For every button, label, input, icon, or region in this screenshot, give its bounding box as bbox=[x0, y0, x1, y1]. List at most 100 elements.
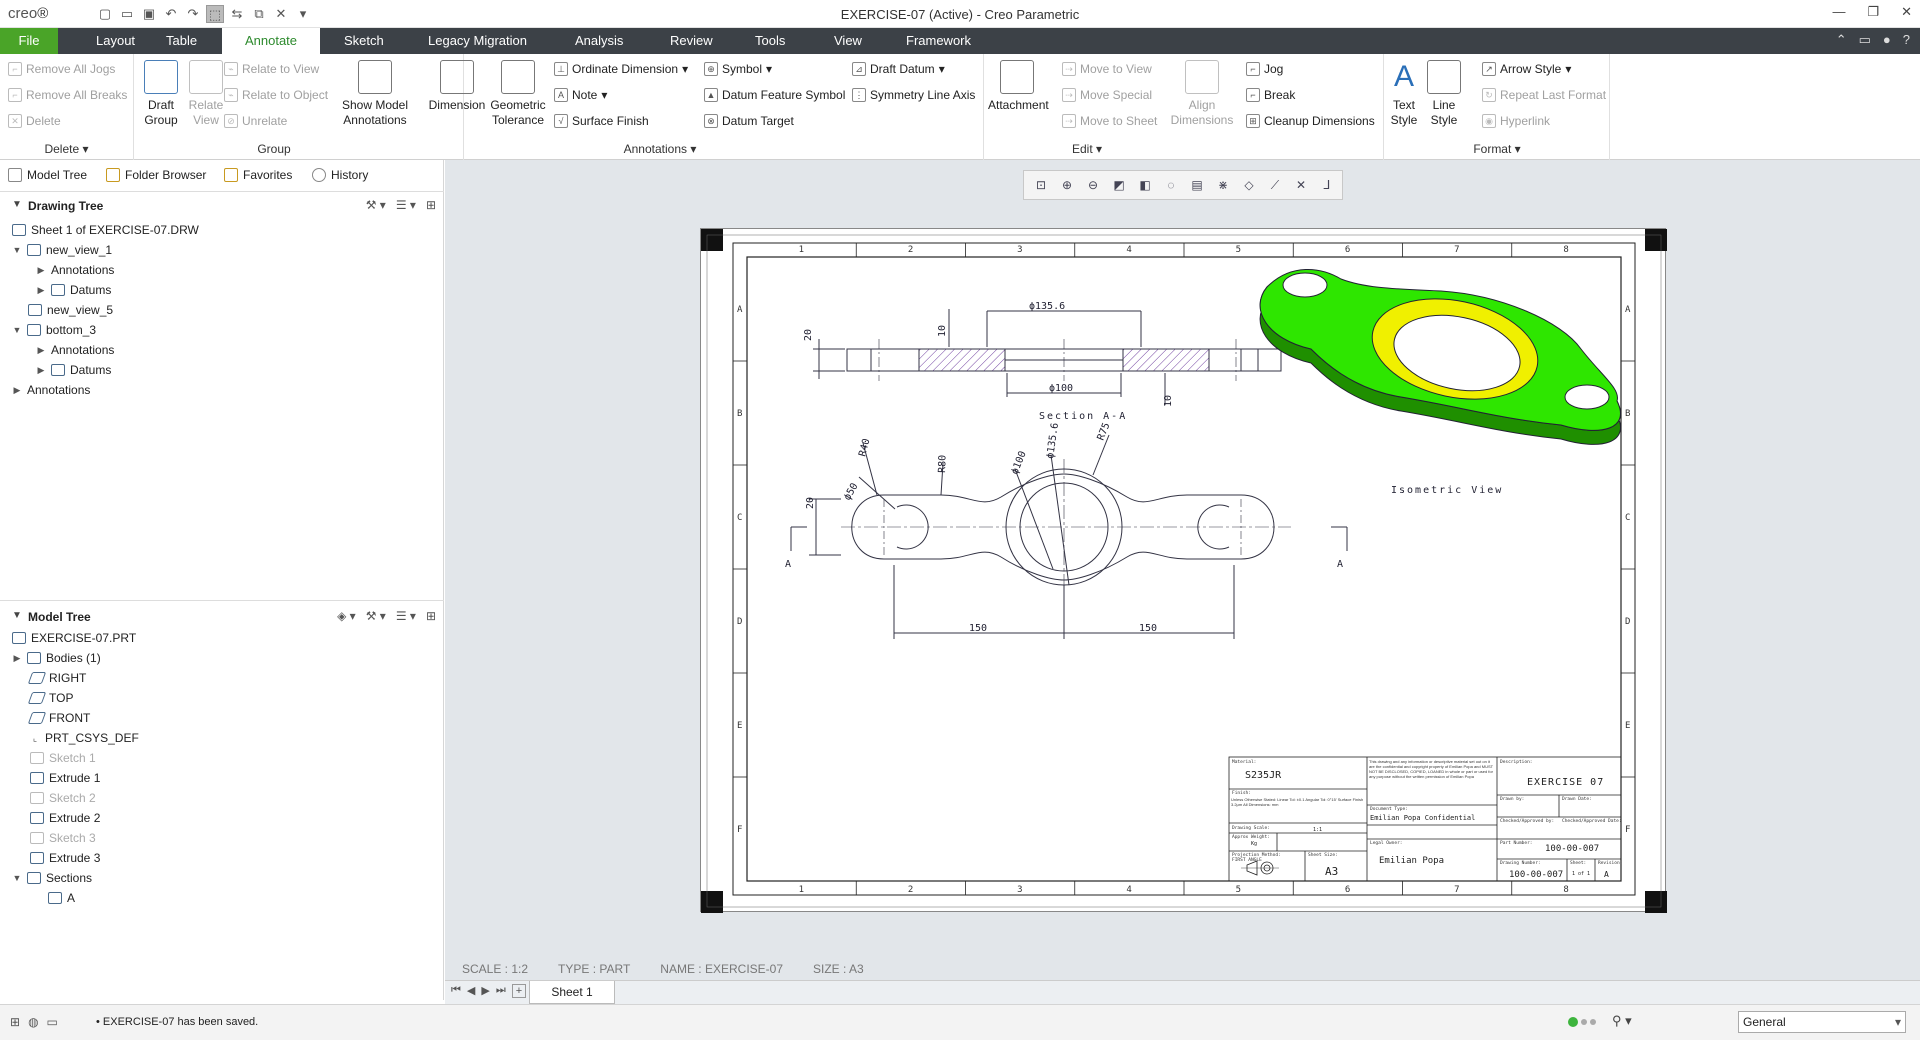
show-model-annotations-button[interactable]: Show Model Annotations bbox=[338, 60, 412, 128]
tab-legacy-migration[interactable]: Legacy Migration bbox=[416, 28, 539, 54]
tree-node-sketch[interactable]: Sketch 1 bbox=[30, 748, 96, 768]
unrelate-button[interactable]: ⊘ Unrelate bbox=[224, 114, 287, 128]
relate-to-view-button[interactable]: ⌁ Relate to View bbox=[224, 62, 319, 76]
prev-sheet-icon[interactable]: ◀ bbox=[467, 984, 475, 998]
display-style-icon[interactable]: ◧ bbox=[1134, 175, 1156, 195]
move-to-sheet-button[interactable]: ⇢ Move to Sheet bbox=[1062, 114, 1157, 128]
tab-tools[interactable]: Tools bbox=[743, 28, 797, 54]
tab-framework[interactable]: Framework bbox=[894, 28, 983, 54]
zoom-in-icon[interactable]: ⊕ bbox=[1056, 175, 1078, 195]
draft-datum-button[interactable]: ⊿ Draft Datum ▾ bbox=[852, 62, 945, 76]
delete-button[interactable]: ✕ Delete bbox=[8, 114, 61, 128]
geometric-tolerance-button[interactable]: Geometric Tolerance bbox=[486, 60, 550, 128]
edit-group-label[interactable]: Edit ▾ bbox=[984, 142, 1190, 156]
tree-node-extrude[interactable]: Extrude 2 bbox=[30, 808, 100, 828]
first-sheet-icon[interactable]: ⏮ bbox=[451, 984, 461, 998]
close-icon[interactable]: ✕ bbox=[1901, 4, 1912, 20]
tab-folder-browser[interactable]: Folder Browser bbox=[106, 168, 206, 182]
align-dimensions-button[interactable]: Align Dimensions bbox=[1170, 60, 1234, 128]
filter-icon[interactable]: ⊞ bbox=[426, 609, 436, 623]
tab-layout[interactable]: Layout bbox=[84, 28, 147, 54]
tab-favorites[interactable]: Favorites bbox=[224, 168, 292, 182]
datum-feature-symbol-button[interactable]: ▲ Datum Feature Symbol bbox=[704, 88, 845, 102]
csys-display-icon[interactable]: ⅃ bbox=[1316, 175, 1338, 195]
find-icon[interactable]: ⚲ ▾ bbox=[1612, 1013, 1632, 1029]
browser-icon[interactable]: ◍ bbox=[28, 1015, 38, 1029]
arrow-style-button[interactable]: ↗ Arrow Style ▾ bbox=[1482, 62, 1571, 76]
move-to-view-button[interactable]: ⇢ Move to View bbox=[1062, 62, 1152, 76]
tree-node-datum-plane[interactable]: FRONT bbox=[27, 708, 90, 728]
add-sheet-icon[interactable]: + bbox=[511, 984, 527, 998]
tab-view[interactable]: View bbox=[822, 28, 874, 54]
tree-node-datum-plane[interactable]: RIGHT bbox=[27, 668, 86, 688]
drawing-tree-header[interactable]: ▼ Drawing Tree ⚒ ▾ ☰ ▾ ⊞ bbox=[0, 194, 444, 218]
layers-icon[interactable]: ◈ ▾ bbox=[337, 609, 356, 623]
symmetry-line-axis-button[interactable]: ⋮ Symmetry Line Axis bbox=[852, 88, 975, 102]
saved-views-icon[interactable]: ◌ bbox=[1160, 175, 1182, 195]
tree-node-annotations[interactable]: ▶ Annotations bbox=[36, 340, 115, 360]
last-sheet-icon[interactable]: ⏭ bbox=[496, 984, 506, 998]
grid-icon[interactable]: ⊞ bbox=[10, 1015, 20, 1029]
view-manager-icon[interactable]: ▤ bbox=[1186, 175, 1208, 195]
draft-group-button[interactable]: Draft Group bbox=[140, 60, 182, 128]
move-special-button[interactable]: ⇢ Move Special bbox=[1062, 88, 1152, 102]
tree-node-view[interactable]: ▼ bottom_3 bbox=[12, 320, 97, 340]
refit-icon[interactable]: ⊡ bbox=[1030, 175, 1052, 195]
tree-node-bodies[interactable]: ▶ Bodies (1) bbox=[12, 648, 101, 668]
cleanup-dimensions-button[interactable]: ⊞ Cleanup Dimensions bbox=[1246, 114, 1375, 128]
remove-all-breaks-button[interactable]: ⌐ Remove All Breaks bbox=[8, 88, 127, 102]
jog-button[interactable]: ⌐ Jog bbox=[1246, 62, 1283, 76]
dimension-button[interactable]: Dimension bbox=[424, 60, 490, 113]
user-icon[interactable]: ● bbox=[1883, 32, 1891, 48]
tree-node-datum-plane[interactable]: TOP bbox=[27, 688, 73, 708]
tab-table[interactable]: Table bbox=[154, 28, 209, 54]
regen-status[interactable] bbox=[1568, 1017, 1596, 1027]
relate-to-object-button[interactable]: ⌁ Relate to Object bbox=[224, 88, 328, 102]
fullscreen-icon[interactable]: ▭ bbox=[47, 1015, 58, 1029]
line-style-button[interactable]: Line Style bbox=[1422, 60, 1466, 128]
text-style-button[interactable]: A Text Style bbox=[1382, 60, 1426, 128]
minimize-icon[interactable]: — bbox=[1832, 4, 1845, 20]
attachment-button[interactable]: Attachment bbox=[988, 60, 1049, 113]
surface-finish-button[interactable]: √ Surface Finish bbox=[554, 114, 649, 128]
relate-view-button[interactable]: Relate View bbox=[184, 60, 228, 128]
tree-node-sections[interactable]: ▼ Sections bbox=[12, 868, 93, 888]
tree-node-section[interactable]: A bbox=[48, 888, 75, 908]
repaint-icon[interactable]: ◩ bbox=[1108, 175, 1130, 195]
remove-all-jogs-button[interactable]: ⌐ Remove All Jogs bbox=[8, 62, 115, 76]
tree-node-datums[interactable]: ▶ Datums bbox=[36, 280, 112, 300]
collapse-icon[interactable]: ▼ bbox=[12, 199, 22, 210]
note-button[interactable]: A Note ▾ bbox=[554, 88, 607, 102]
tree-node-annotations[interactable]: ▶ Annotations bbox=[36, 260, 115, 280]
help-icon[interactable]: ? bbox=[1903, 32, 1910, 48]
tab-review[interactable]: Review bbox=[658, 28, 725, 54]
selection-filter[interactable]: General ▾ bbox=[1738, 1011, 1906, 1033]
next-sheet-icon[interactable]: ▶ bbox=[481, 984, 489, 998]
tree-node-view[interactable]: ▼ new_view_1 bbox=[12, 240, 113, 260]
tab-sketch[interactable]: Sketch bbox=[332, 28, 396, 54]
tree-node-extrude[interactable]: Extrude 1 bbox=[30, 768, 100, 788]
tab-analysis[interactable]: Analysis bbox=[563, 28, 635, 54]
format-group-label[interactable]: Format ▾ bbox=[1384, 142, 1610, 156]
collapse-ribbon-icon[interactable]: ⌃ bbox=[1836, 32, 1847, 48]
symbol-button[interactable]: ⊕ Symbol ▾ bbox=[704, 62, 772, 76]
model-tree-header[interactable]: ▼ Model Tree ◈ ▾ ⚒ ▾ ☰ ▾ ⊞ bbox=[0, 600, 444, 628]
plane-display-icon[interactable]: ◇ bbox=[1238, 175, 1260, 195]
tree-settings-icon[interactable]: ⚒ ▾ bbox=[366, 609, 386, 623]
hyperlink-button[interactable]: ◉ Hyperlink bbox=[1482, 114, 1550, 128]
drawing-sheet[interactable]: ϕ135.6 ϕ100 20 10 10 Section A-A ϕ50 R40… bbox=[700, 228, 1667, 913]
window-icon[interactable]: ▭ bbox=[1859, 32, 1871, 48]
tree-settings-icon[interactable]: ⚒ ▾ bbox=[366, 198, 386, 212]
datum-target-button[interactable]: ⊗ Datum Target bbox=[704, 114, 794, 128]
restore-icon[interactable]: ❐ bbox=[1867, 4, 1879, 20]
ordinate-dimension-button[interactable]: ⊥ Ordinate Dimension ▾ bbox=[554, 62, 688, 76]
datum-display-icon[interactable]: ⋇ bbox=[1212, 175, 1234, 195]
tree-node-sketch[interactable]: Sketch 3 bbox=[30, 828, 96, 848]
axis-display-icon[interactable]: ⟋ bbox=[1264, 175, 1286, 195]
point-display-icon[interactable]: ✕ bbox=[1290, 175, 1312, 195]
tree-node-csys[interactable]: ⌞ PRT_CSYS_DEF bbox=[30, 728, 139, 748]
tab-annotate[interactable]: Annotate bbox=[222, 28, 320, 54]
tree-node-datums[interactable]: ▶ Datums bbox=[36, 360, 112, 380]
break-button[interactable]: ⌐ Break bbox=[1246, 88, 1295, 102]
filter-icon[interactable]: ⊞ bbox=[426, 198, 436, 212]
